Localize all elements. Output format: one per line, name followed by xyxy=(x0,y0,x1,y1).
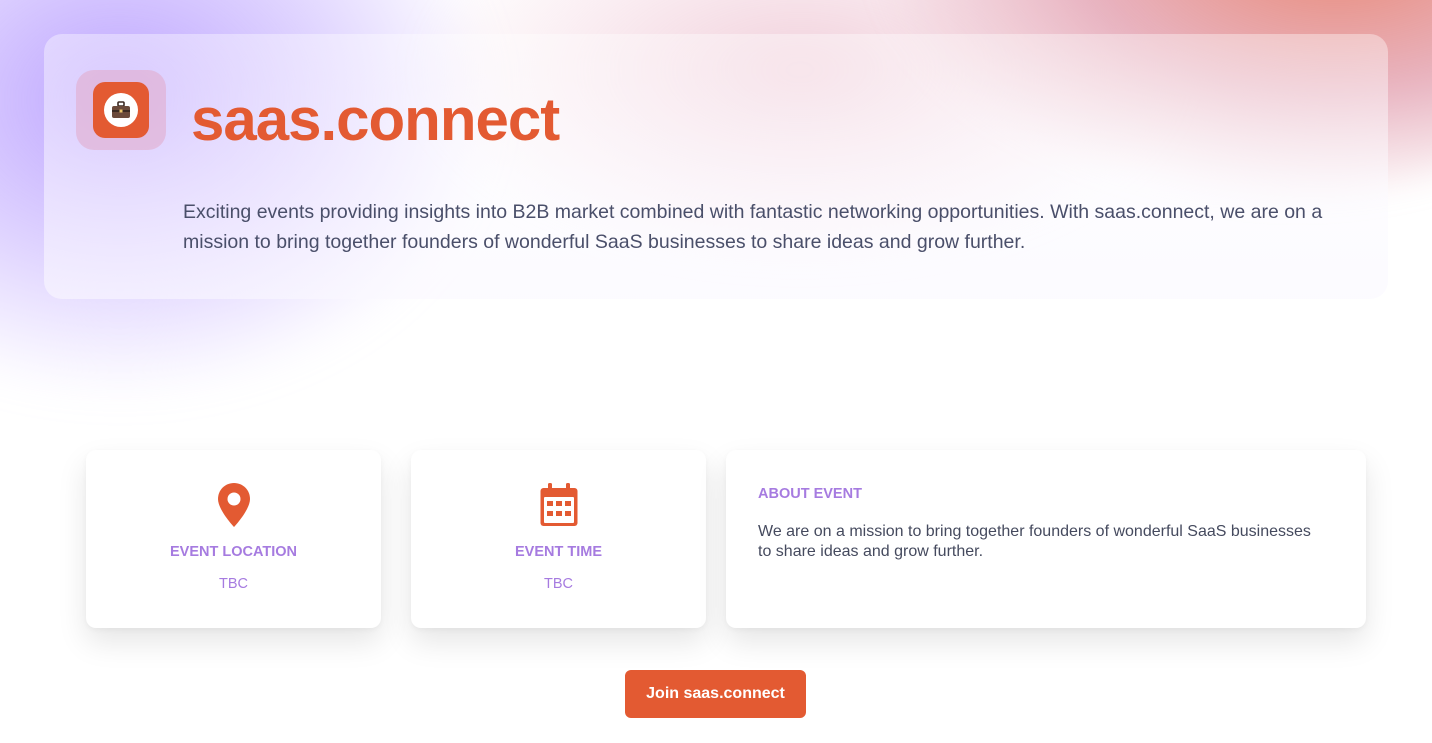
event-time-value: TBC xyxy=(544,576,573,592)
calendar-icon xyxy=(540,483,577,526)
brand-title: saas.connect xyxy=(191,86,560,153)
about-event-card: ABOUT EVENT We are on a mission to bring… xyxy=(726,450,1366,628)
event-location-value: TBC xyxy=(219,576,248,592)
event-time-card: EVENT TIME TBC xyxy=(411,450,706,628)
about-event-title: ABOUT EVENT xyxy=(758,486,862,502)
hero-panel xyxy=(44,34,1388,299)
logo-circle xyxy=(104,93,138,127)
map-pin-icon xyxy=(217,483,250,527)
event-time-label: EVENT TIME xyxy=(514,544,602,560)
intro-text: Exciting events providing insights into … xyxy=(183,201,1323,253)
join-button[interactable]: Join saas.connect xyxy=(625,670,806,718)
event-location-card: EVENT LOCATION TBC xyxy=(86,450,381,628)
about-event-text: We are on a mission to bring together fo… xyxy=(758,523,1311,560)
briefcase-icon xyxy=(112,101,130,118)
event-location-label: EVENT LOCATION xyxy=(169,544,297,560)
page: saas.connect Exciting events providing i… xyxy=(0,0,1432,743)
logo xyxy=(93,82,149,138)
